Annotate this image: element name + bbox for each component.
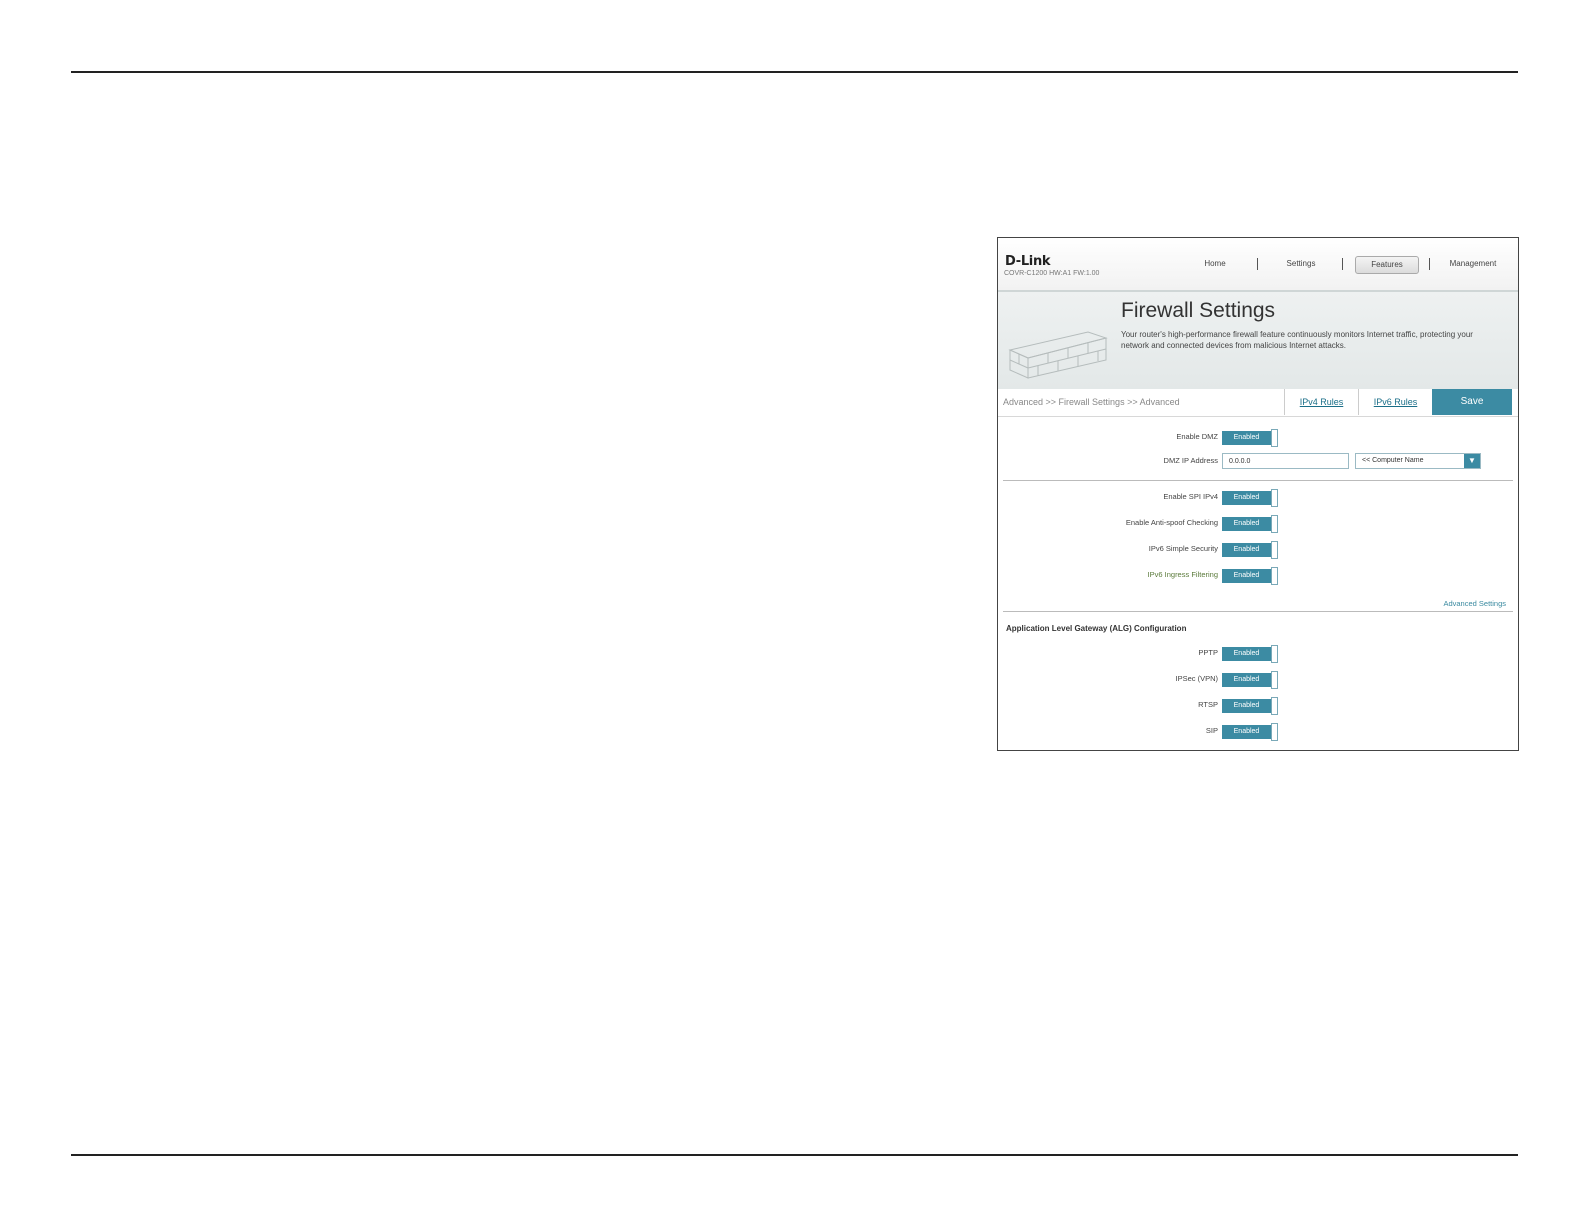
ipv6-simple-security-label: IPv6 Simple Security bbox=[1148, 544, 1218, 553]
rtsp-row: RTSP Enabled bbox=[998, 697, 1518, 715]
toggle-state: Enabled bbox=[1222, 517, 1271, 531]
nav-management[interactable]: Management bbox=[1442, 256, 1504, 272]
toggle-state: Enabled bbox=[1222, 431, 1271, 445]
toggle-state: Enabled bbox=[1222, 647, 1271, 661]
page-banner: Firewall Settings Your router's high-per… bbox=[998, 290, 1518, 390]
nav-home[interactable]: Home bbox=[1193, 256, 1237, 272]
toggle-state: Enabled bbox=[1222, 673, 1271, 687]
router-ui-screenshot: D-Link COVR-C1200 HW:A1 FW:1.00 Home Set… bbox=[997, 237, 1519, 751]
router-header: D-Link COVR-C1200 HW:A1 FW:1.00 Home Set… bbox=[998, 238, 1518, 290]
computer-name-select[interactable]: << Computer Name ▼ bbox=[1355, 453, 1481, 469]
toggle-knob bbox=[1271, 671, 1278, 689]
toggle-state: Enabled bbox=[1222, 725, 1271, 739]
anti-spoof-label: Enable Anti-spoof Checking bbox=[1125, 518, 1218, 527]
spi-ipv4-row: Enable SPI IPv4 Enabled bbox=[998, 489, 1518, 507]
ipsec-label: IPSec (VPN) bbox=[1175, 674, 1218, 683]
section-divider bbox=[1003, 611, 1513, 612]
dmz-ip-label: DMZ IP Address bbox=[1163, 456, 1218, 465]
rtsp-label: RTSP bbox=[1198, 700, 1218, 709]
ipv6-simple-security-row: IPv6 Simple Security Enabled bbox=[998, 541, 1518, 559]
pptp-row: PPTP Enabled bbox=[998, 645, 1518, 663]
alg-section-title: Application Level Gateway (ALG) Configur… bbox=[1006, 624, 1187, 633]
page-description: Your router's high-performance firewall … bbox=[1121, 330, 1473, 350]
pptp-label: PPTP bbox=[1198, 648, 1218, 657]
firewall-brick-icon bbox=[1008, 331, 1108, 379]
pptp-toggle[interactable]: Enabled bbox=[1222, 645, 1278, 663]
spi-ipv4-label: Enable SPI IPv4 bbox=[1163, 492, 1218, 501]
sip-toggle[interactable]: Enabled bbox=[1222, 723, 1278, 741]
toggle-state: Enabled bbox=[1222, 699, 1271, 713]
chevron-down-icon: ▼ bbox=[1464, 454, 1480, 468]
page-title: Firewall Settings bbox=[1121, 299, 1276, 322]
page-bottom-rule bbox=[71, 1154, 1518, 1156]
save-button[interactable]: Save bbox=[1432, 389, 1512, 415]
ipv4-rules-link[interactable]: IPv4 Rules bbox=[1284, 389, 1359, 415]
toggle-knob bbox=[1271, 645, 1278, 663]
breadcrumb: Advanced >> Firewall Settings >> Advance… bbox=[1003, 397, 1180, 407]
nav-separator bbox=[1342, 258, 1343, 270]
toggle-state: Enabled bbox=[1222, 569, 1271, 583]
toggle-knob bbox=[1271, 515, 1278, 533]
rtsp-toggle[interactable]: Enabled bbox=[1222, 697, 1278, 715]
dmz-ip-input[interactable] bbox=[1222, 453, 1349, 469]
enable-dmz-label: Enable DMZ bbox=[1176, 432, 1218, 441]
enable-dmz-row: Enable DMZ Enabled bbox=[998, 429, 1518, 447]
advanced-settings-link[interactable]: Advanced Settings bbox=[1443, 599, 1506, 608]
nav-separator bbox=[1429, 258, 1430, 270]
breadcrumb-bar: Advanced >> Firewall Settings >> Advance… bbox=[998, 389, 1518, 417]
ipsec-toggle[interactable]: Enabled bbox=[1222, 671, 1278, 689]
sip-label: SIP bbox=[1205, 726, 1218, 735]
nav-settings[interactable]: Settings bbox=[1276, 256, 1326, 272]
anti-spoof-row: Enable Anti-spoof Checking Enabled bbox=[998, 515, 1518, 533]
nav-separator bbox=[1257, 258, 1258, 270]
main-nav: Home Settings Features Management bbox=[998, 256, 1518, 274]
toggle-knob bbox=[1271, 489, 1278, 507]
ipv6-ingress-filtering-label: IPv6 Ingress Filtering bbox=[1147, 570, 1218, 579]
toggle-knob bbox=[1271, 723, 1278, 741]
sip-row: SIP Enabled bbox=[998, 723, 1518, 741]
page-top-rule bbox=[71, 71, 1518, 73]
ipv6-ingress-filtering-row: IPv6 Ingress Filtering Enabled bbox=[998, 567, 1518, 585]
toggle-knob bbox=[1271, 541, 1278, 559]
toggle-state: Enabled bbox=[1222, 543, 1271, 557]
toggle-knob bbox=[1271, 429, 1278, 447]
anti-spoof-toggle[interactable]: Enabled bbox=[1222, 515, 1278, 533]
ipv6-ingress-filtering-toggle[interactable]: Enabled bbox=[1222, 567, 1278, 585]
ipv6-simple-security-toggle[interactable]: Enabled bbox=[1222, 541, 1278, 559]
enable-dmz-toggle[interactable]: Enabled bbox=[1222, 429, 1278, 447]
ipv6-rules-link[interactable]: IPv6 Rules bbox=[1358, 389, 1433, 415]
computer-name-value: << Computer Name bbox=[1362, 457, 1424, 464]
ipsec-row: IPSec (VPN) Enabled bbox=[998, 671, 1518, 689]
nav-features[interactable]: Features bbox=[1355, 256, 1419, 274]
spi-ipv4-toggle[interactable]: Enabled bbox=[1222, 489, 1278, 507]
toggle-knob bbox=[1271, 697, 1278, 715]
toggle-state: Enabled bbox=[1222, 491, 1271, 505]
section-divider bbox=[1003, 480, 1513, 481]
toggle-knob bbox=[1271, 567, 1278, 585]
dmz-ip-row: DMZ IP Address << Computer Name ▼ bbox=[998, 453, 1518, 471]
